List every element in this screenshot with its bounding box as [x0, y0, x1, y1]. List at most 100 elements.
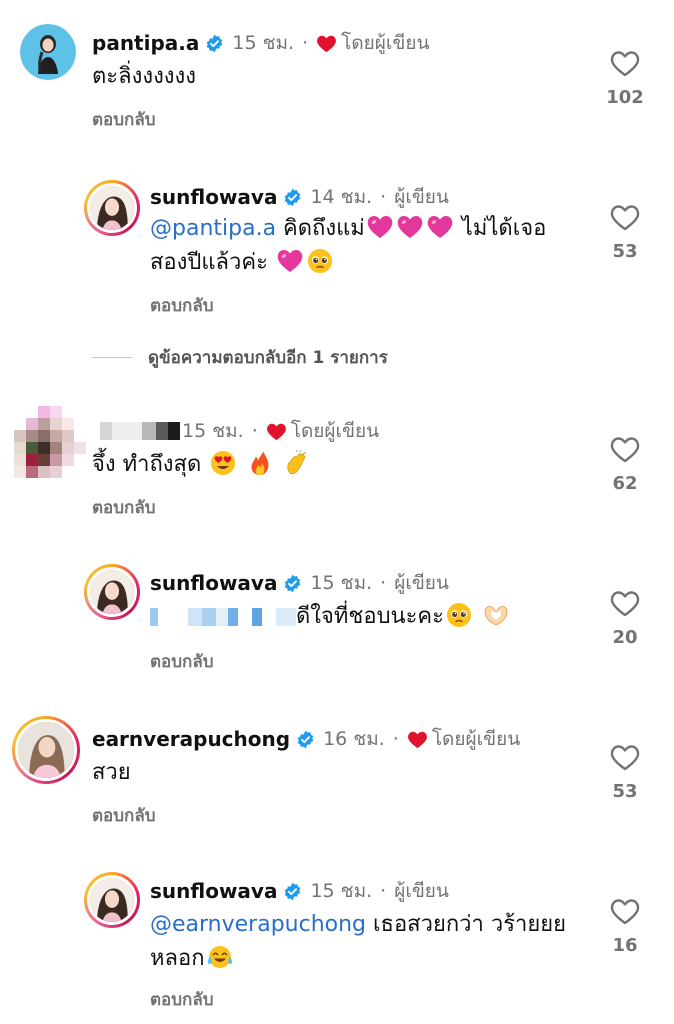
comment-text-part: เธอสวยกว่า วร้ายยย — [366, 912, 567, 937]
like-heart-outline-icon[interactable] — [610, 590, 640, 617]
avatar-image — [90, 878, 134, 922]
username[interactable]: sunflowava — [150, 879, 277, 903]
like-count[interactable]: 53 — [595, 241, 655, 262]
reply-button[interactable]: ตอบกลับ — [150, 648, 214, 675]
liked-by-label: โดยผู้เขียน — [290, 420, 380, 442]
heart-eyes-emoji — [210, 450, 236, 476]
like-column: 53 — [595, 744, 655, 802]
avatar[interactable] — [84, 180, 140, 236]
heart-hands-emoji — [483, 602, 509, 628]
reply-button[interactable]: ตอบกลับ — [92, 802, 156, 829]
fire-emoji — [247, 450, 273, 476]
comment-text: @pantipa.a คิดถึงแม่ ไม่ได้เจอ สองปีแล้ว… — [150, 212, 580, 280]
comment-text-part: จึ้ง ทำถึงสุด — [92, 452, 202, 477]
red-heart-icon — [316, 34, 337, 53]
pleading-face-emoji — [446, 602, 472, 628]
username-redacted[interactable] — [100, 422, 180, 440]
reply-button[interactable]: ตอบกลับ — [150, 292, 214, 319]
liked-by-label: โดยผู้เขียน — [431, 728, 521, 750]
verified-badge-icon — [283, 882, 302, 901]
like-heart-outline-icon[interactable] — [610, 436, 640, 463]
username[interactable]: pantipa.a — [92, 31, 199, 55]
like-heart-outline-icon[interactable] — [610, 898, 640, 925]
comment-text-part: ไม่ได้เจอ — [454, 216, 547, 241]
comment-meta: earnverapuchong 16 ชม. · โดยผู้เขียน — [92, 724, 520, 754]
reply-button[interactable]: ตอบกลับ — [150, 986, 214, 1013]
reply-button[interactable]: ตอบกลับ — [92, 106, 156, 133]
liked-by-label: โดยผู้เขียน — [341, 32, 430, 54]
liked-by-author-badge: โดยผู้เขียน — [316, 28, 430, 58]
like-count[interactable]: 62 — [595, 473, 655, 494]
like-column: 62 — [595, 436, 655, 494]
comment-reply-item: sunflowava 14 ชม. · ผู้เขียน @pantipa.a … — [0, 170, 674, 320]
separator: · — [251, 420, 258, 442]
author-tag: ผู้เขียน — [394, 572, 449, 594]
avatar[interactable] — [12, 716, 80, 784]
username[interactable]: earnverapuchong — [92, 727, 290, 751]
comment-meta: pantipa.a 15 ชม. · โดยผู้เขียน — [92, 28, 430, 58]
comment-reply-item: sunflowava 15 ชม. · ผู้เขียน @earnverapu… — [0, 866, 674, 1024]
author-tag: ผู้เขียน — [394, 880, 449, 902]
timestamp: 15 ชม. — [310, 880, 373, 902]
verified-badge-icon — [283, 188, 302, 207]
like-heart-outline-icon[interactable] — [610, 204, 640, 231]
separator: · — [302, 32, 309, 54]
timestamp: 14 ชม. — [310, 186, 373, 208]
comment-meta: sunflowava 15 ชม. · ผู้เขียน — [150, 568, 449, 598]
mention-link[interactable]: @earnverapuchong — [150, 912, 366, 937]
like-count[interactable]: 53 — [595, 781, 655, 802]
reply-button[interactable]: ตอบกลับ — [92, 494, 156, 521]
pink-heart-emoji — [277, 248, 303, 274]
timestamp: 15 ชม. — [232, 32, 295, 54]
separator: · — [380, 880, 387, 902]
username[interactable]: sunflowava — [150, 571, 277, 595]
liked-by-author-badge: โดยผู้เขียน — [407, 724, 520, 754]
separator: · — [380, 572, 387, 594]
comment-item: 15 ชม. · โดยผู้เขียน จึ้ง ทำถึงสุด ตอบกล… — [0, 400, 674, 530]
avatar[interactable] — [84, 564, 140, 620]
comment-text-part: คิดถึงแม่ — [276, 216, 365, 241]
verified-badge-icon — [296, 730, 315, 749]
avatar-image — [90, 186, 134, 230]
avatar-image — [18, 722, 74, 778]
divider-line — [92, 357, 132, 358]
red-heart-icon — [266, 422, 287, 441]
like-count[interactable]: 16 — [595, 935, 655, 956]
username[interactable]: sunflowava — [150, 185, 277, 209]
timestamp: 16 ชม. — [323, 728, 385, 750]
comment-text: จึ้ง ทำถึงสุด — [92, 448, 312, 482]
comment-meta: 15 ชม. · โดยผู้เขียน — [100, 416, 379, 446]
comment-text: สวย — [92, 760, 131, 785]
avatar-image — [20, 24, 76, 80]
comment-reply-item: sunflowava 15 ชม. · ผู้เขียน ดีใจที่ชอบน… — [0, 560, 674, 690]
comment-text-part: ดีใจที่ชอบนะคะ — [296, 604, 444, 629]
like-count[interactable]: 20 — [595, 627, 655, 648]
like-column: 53 — [595, 204, 655, 262]
timestamp: 15 ชม. — [182, 420, 244, 442]
avatar[interactable] — [20, 24, 76, 80]
avatar[interactable] — [14, 406, 86, 478]
pink-heart-emoji — [397, 214, 423, 240]
like-column: 16 — [595, 898, 655, 956]
clapping-hands-emoji — [284, 450, 310, 476]
comment-text: ตะลิ่งงงงงง — [92, 64, 197, 89]
like-heart-outline-icon[interactable] — [610, 50, 640, 77]
pink-heart-emoji — [367, 214, 393, 240]
verified-badge-icon — [205, 34, 224, 53]
mention-link[interactable]: @pantipa.a — [150, 216, 276, 241]
tears-of-joy-emoji — [207, 944, 233, 970]
like-column: 20 — [595, 590, 655, 648]
comment-item: pantipa.a 15 ชม. · โดยผู้เขียน ตะลิ่งงงง… — [0, 0, 674, 150]
view-more-replies-button[interactable]: ดูข้อความตอบกลับอีก 1 รายการ — [92, 344, 388, 371]
comment-text-part: หลอก — [150, 946, 205, 971]
like-heart-outline-icon[interactable] — [610, 744, 640, 771]
comment-meta: sunflowava 14 ชม. · ผู้เขียน — [150, 182, 449, 212]
avatar[interactable] — [84, 872, 140, 928]
avatar-image-pixelated — [14, 406, 86, 478]
pink-heart-emoji — [427, 214, 453, 240]
mention-redacted[interactable] — [150, 608, 296, 626]
separator: · — [380, 186, 387, 208]
comment-text-part: สองปีแล้วค่ะ — [150, 250, 268, 275]
like-count[interactable]: 102 — [595, 87, 655, 108]
view-more-replies-label: ดูข้อความตอบกลับอีก 1 รายการ — [148, 348, 388, 368]
